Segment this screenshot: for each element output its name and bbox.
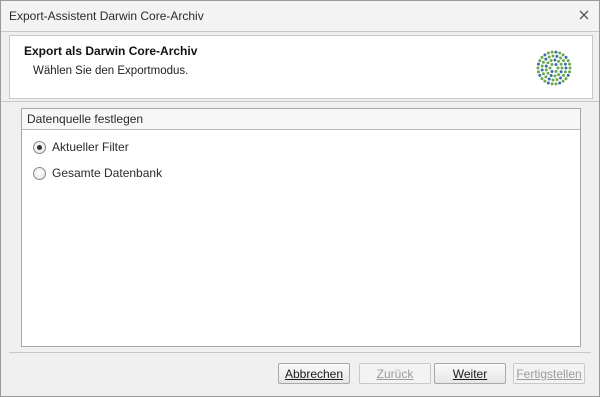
export-wizard-window: Export-Assistent Darwin Core-Archiv Expo… [0,0,600,397]
next-button[interactable]: Weiter [434,363,506,384]
window-title: Export-Assistent Darwin Core-Archiv [9,9,204,23]
radio-button-whole-database[interactable] [33,166,46,180]
option-whole-database[interactable]: Gesamte Datenbank [33,166,162,180]
app-logo-icon [536,50,572,86]
wizard-subtitle: Wählen Sie den Exportmodus. [33,65,189,77]
header-divider [1,101,599,102]
close-icon[interactable] [577,8,591,22]
option-current-filter[interactable]: Aktueller Filter [33,140,129,154]
title-bar: Export-Assistent Darwin Core-Archiv [1,1,599,32]
footer-divider [9,352,591,353]
option-label: Aktueller Filter [52,140,129,154]
cancel-button[interactable]: Abbrechen [278,363,350,384]
radio-button-current-filter[interactable] [33,140,46,154]
option-label: Gesamte Datenbank [52,166,163,180]
wizard-header: Export als Darwin Core-Archiv Wählen Sie… [9,35,593,99]
back-button[interactable]: Zurück [359,363,431,384]
finish-button[interactable]: Fertigstellen [513,363,585,384]
wizard-title: Export als Darwin Core-Archiv [24,44,198,58]
datasource-group: Datenquelle festlegen Aktueller Filter G… [21,108,581,347]
group-title: Datenquelle festlegen [22,109,580,130]
